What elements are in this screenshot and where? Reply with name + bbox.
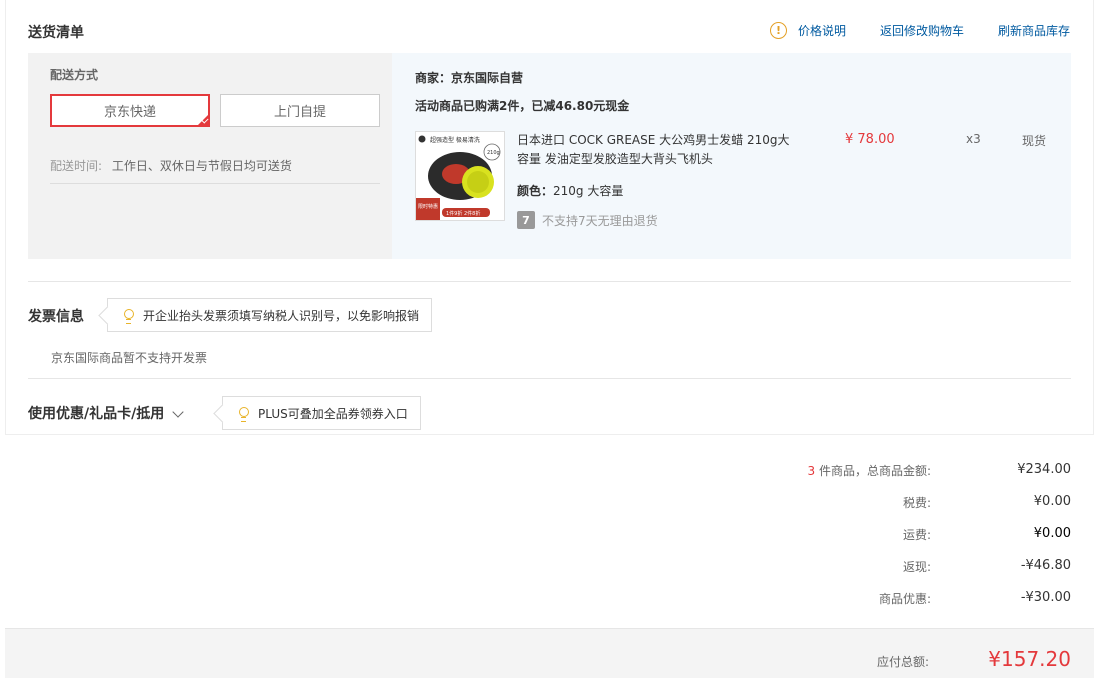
delivery-time-value: 工作日、双休日与节假日均可送货: [111, 159, 292, 173]
cashback-label: 返现:: [902, 560, 931, 574]
invoice-title: 发票信息: [28, 309, 84, 325]
chevron-down-icon: [172, 405, 184, 418]
shipping-fee-label: 运费:: [902, 528, 931, 542]
self-pickup-label: 上门自提: [273, 105, 326, 120]
delivery-method-panel: 配送方式 京东快递 上门自提 配送时间: 工作日、双休日与节假日均可送货: [28, 53, 392, 259]
summary-goods-total: 3 件商品，总商品金额: ¥234.00: [631, 462, 1071, 479]
goods-total-label: 3 件商品，总商品金额:: [631, 462, 931, 479]
order-card: 送货清单 ! 价格说明 返回修改购物车 刷新商品库存 配送方式 京东快递 上门自…: [5, 0, 1094, 435]
summary-tax: 税费: ¥0.00: [631, 494, 1071, 511]
lightbulb-icon: [239, 406, 249, 422]
total-label: 应付总额:: [876, 655, 929, 669]
discount-label: 商品优惠:: [878, 592, 931, 606]
delivery-divider: [50, 183, 380, 184]
product-image-badge-text: 限时特惠: [418, 203, 438, 210]
plus-coupon-tip-text: PLUS可叠加全品券领券入口: [258, 406, 408, 421]
top-links: ! 价格说明 返回修改购物车 刷新商品库存: [769, 22, 1070, 39]
delivery-panel: 配送方式 京东快递 上门自提 配送时间: 工作日、双休日与节假日均可送货 商家：…: [28, 53, 1071, 259]
product-quantity: x3: [966, 132, 981, 146]
shipping-fee-value: ¥0.00: [1033, 526, 1071, 541]
section-divider: [28, 281, 1071, 282]
product-price: ¥ 78.00: [845, 132, 895, 147]
promo-text: 活动商品已购满2件，已减46.80元现金: [415, 99, 630, 113]
delivery-method-label: 配送方式: [50, 68, 99, 82]
delivery-time-label: 配送时间:: [50, 159, 103, 173]
coupon-toggle[interactable]: 使用优惠/礼品卡/抵用: [28, 403, 184, 423]
item-count: 3: [807, 464, 816, 478]
delivery-time: 配送时间: 工作日、双休日与节假日均可送货: [50, 157, 292, 174]
price-note-link[interactable]: ! 价格说明: [769, 22, 846, 39]
plus-coupon-tip[interactable]: PLUS可叠加全品券领券入口: [222, 396, 421, 430]
product-color: 颜色：210g 大容量: [517, 182, 623, 199]
product-image-promo-text: 1件9折 2件8折: [446, 210, 480, 217]
cashback-value: -¥46.80: [1020, 558, 1071, 573]
self-pickup-option[interactable]: 上门自提: [220, 94, 380, 127]
product-thumbnail-graphic: 超强造型 极易清洗 210g 限时特惠 1件9折 2件8折: [416, 132, 504, 220]
tax-label: 税费:: [902, 496, 931, 510]
coupon-title: 使用优惠/礼品卡/抵用: [28, 406, 165, 422]
goods-total-value: ¥234.00: [1017, 462, 1071, 477]
price-note-label: 价格说明: [797, 24, 846, 38]
invoice-tip-text: 开企业抬头发票须填写纳税人识别号，以免影响报销: [143, 308, 420, 323]
total-bar: 应付总额: ¥157.20: [5, 628, 1094, 678]
discount-value: -¥30.00: [1020, 590, 1071, 605]
section-divider: [28, 378, 1071, 379]
selected-check-icon: [197, 114, 209, 126]
item-count-suffix: 件商品，总商品金额:: [818, 464, 931, 478]
return-policy-text: 不支持7天无理由退货: [542, 213, 658, 228]
summary-cashback: 返现: -¥46.80: [631, 558, 1071, 575]
summary-discount: 商品优惠: -¥30.00: [631, 590, 1071, 607]
refresh-stock-link[interactable]: 刷新商品库存: [998, 22, 1070, 39]
jd-express-label: 京东快递: [103, 105, 156, 120]
seven-day-return-icon: 7: [517, 211, 535, 229]
product-image[interactable]: 超强造型 极易清洗 210g 限时特惠 1件9折 2件8折: [415, 131, 505, 221]
invoice-note: 京东国际商品暂不支持开发票: [51, 351, 208, 365]
product-panel: 商家：京东国际自营 活动商品已购满2件，已减46.80元现金 超强造型 极易清洗…: [392, 53, 1071, 259]
product-stock: 现货: [1022, 134, 1047, 148]
invoice-tip: 开企业抬头发票须填写纳税人识别号，以免影响报销: [107, 298, 433, 332]
product-name[interactable]: 日本进口 COCK GREASE 大公鸡男士发蜡 210g大容量 发油定型发胶造…: [517, 131, 792, 169]
product-color-value: 210g 大容量: [553, 184, 624, 198]
exclamation-icon: !: [769, 22, 787, 39]
product-color-label: 颜色：: [517, 184, 554, 198]
product-image-top-text: 超强造型 极易清洗: [430, 136, 480, 144]
total-value: ¥157.20: [988, 647, 1071, 671]
summary-shipping: 运费: ¥0.00: [631, 526, 1071, 543]
lightbulb-icon: [124, 308, 134, 324]
jd-express-option[interactable]: 京东快递: [50, 94, 210, 127]
product-image-weight-text: 210g: [487, 150, 500, 156]
back-to-cart-link[interactable]: 返回修改购物车: [880, 22, 964, 39]
merchant-name: 商家：京东国际自营: [415, 71, 524, 85]
return-policy: 7 不支持7天无理由退货: [517, 211, 658, 229]
shipping-list-title: 送货清单: [28, 25, 84, 41]
tax-value: ¥0.00: [1033, 494, 1071, 509]
